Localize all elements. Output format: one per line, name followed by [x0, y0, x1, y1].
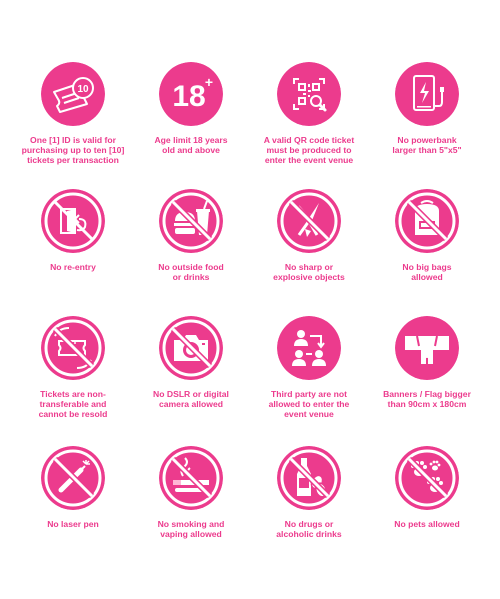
rule-no-smoking: No smoking and vaping allowed: [133, 446, 249, 578]
powerbank-icon: [395, 62, 459, 126]
rules-grid: 10 One [1] ID is valid for purchasing up…: [0, 0, 500, 599]
no-dslr-camera-icon: [159, 316, 223, 380]
no-drugs-alcohol-icon: [277, 446, 341, 510]
rule-no-reentry: No re-entry: [15, 189, 131, 316]
no-food-drinks-icon: [159, 189, 223, 253]
ticket-10-icon: 10: [41, 62, 105, 126]
no-third-party-icon: [277, 316, 341, 380]
rule-caption: A valid QR code ticket must be produced …: [263, 135, 355, 166]
rule-no-big-bags: No big bags allowed: [369, 189, 485, 316]
rule-powerbank: No powerbank larger than 5"x5": [369, 62, 485, 189]
rule-caption: No big bags allowed: [402, 262, 452, 283]
qr-code-scan-icon: [277, 62, 341, 126]
banner-flag-size-icon: [395, 316, 459, 380]
rule-no-sharp: No sharp or explosive objects: [251, 189, 367, 316]
rule-non-transferable: Tickets are non- transferable and cannot…: [15, 316, 131, 446]
rule-caption: No re-entry: [50, 262, 96, 272]
age-badge-plus: +: [205, 74, 213, 90]
rule-caption: One [1] ID is valid for purchasing up to…: [21, 135, 125, 166]
rule-caption: No powerbank larger than 5"x5": [392, 135, 462, 156]
no-pets-icon: [395, 446, 459, 510]
rule-caption: Age limit 18 years old and above: [154, 135, 228, 156]
non-transferable-ticket-icon: [41, 316, 105, 380]
rule-no-pets: No pets allowed: [369, 446, 485, 578]
rule-no-camera: No DSLR or digital camera allowed: [133, 316, 249, 446]
rule-caption: No pets allowed: [394, 519, 460, 529]
rule-caption: No sharp or explosive objects: [273, 262, 345, 283]
rule-no-third-party: Third party are not allowed to enter the…: [251, 316, 367, 446]
rule-no-drugs: No drugs or alcoholic drinks: [251, 446, 367, 578]
rule-caption: Third party are not allowed to enter the…: [268, 389, 350, 420]
no-reentry-icon: [41, 189, 105, 253]
rule-caption: Tickets are non- transferable and cannot…: [38, 389, 108, 420]
rule-ticket-limit: 10 One [1] ID is valid for purchasing up…: [15, 62, 131, 189]
rule-no-laser: No laser pen: [15, 446, 131, 578]
rule-caption: No smoking and vaping allowed: [157, 519, 225, 540]
rule-banner-size: Banners / Flag bigger than 90cm x 180cm: [369, 316, 485, 446]
age-badge-number: 18: [172, 80, 205, 113]
rule-caption: No drugs or alcoholic drinks: [276, 519, 342, 540]
no-smoking-vaping-icon: [159, 446, 223, 510]
svg-text:10: 10: [77, 84, 89, 95]
rule-qr-ticket: A valid QR code ticket must be produced …: [251, 62, 367, 189]
rule-caption: No laser pen: [47, 519, 99, 529]
no-sharp-objects-icon: [277, 189, 341, 253]
rule-caption: No DSLR or digital camera allowed: [153, 389, 229, 410]
rule-caption: No outside food or drinks: [158, 262, 224, 283]
age-18-plus-icon: 18 +: [159, 62, 223, 126]
no-big-bags-icon: [395, 189, 459, 253]
rule-age-limit: 18 + Age limit 18 years old and above: [133, 62, 249, 189]
no-laser-pen-icon: [41, 446, 105, 510]
rule-caption: Banners / Flag bigger than 90cm x 180cm: [383, 389, 471, 410]
rule-no-food: No outside food or drinks: [133, 189, 249, 316]
